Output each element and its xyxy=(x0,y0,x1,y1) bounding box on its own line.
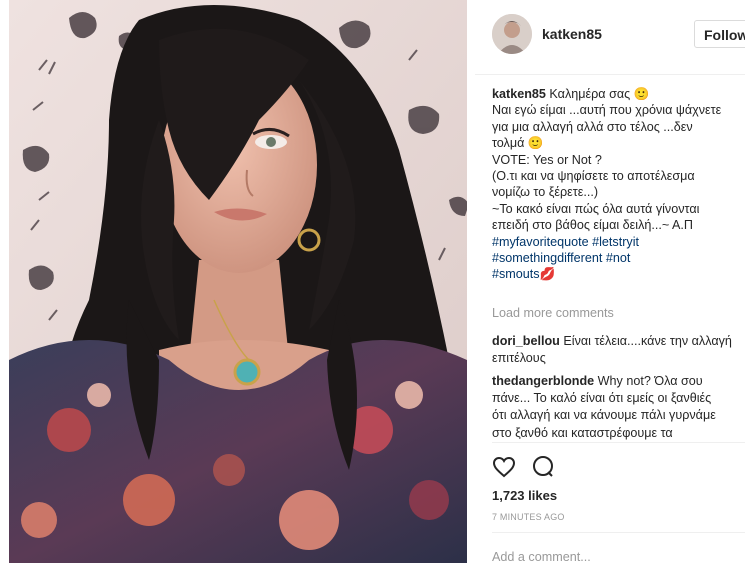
avatar[interactable] xyxy=(492,14,532,54)
divider xyxy=(492,442,745,443)
caption-line: (Ο.τι και να ψηφίσετε το αποτέλεσμα xyxy=(492,169,695,184)
caption-line: για μια αλλαγή αλλά στο τέλος ...δεν xyxy=(492,119,693,134)
comment-first-line: thedangerblonde Why not? Όλα σου xyxy=(492,373,745,390)
selfie-photo xyxy=(9,0,467,563)
caption-line: VOTE: Yes or Not ? xyxy=(492,152,602,167)
caption-text: Καλημέρα σας 🙂 xyxy=(549,87,650,101)
hashtag-line[interactable]: #myfavoritequote #letstryit xyxy=(492,234,745,250)
caption-line: Ναι εγώ είμαι ...αυτή που χρόνια ψάχνετε xyxy=(492,103,722,118)
post-timestamp: 7 MINUTES AGO xyxy=(492,512,565,522)
header-username[interactable]: katken85 xyxy=(542,26,602,42)
comment-author[interactable]: thedangerblonde xyxy=(492,374,594,388)
caption-first-line: katken85 Καλημέρα σας 🙂 xyxy=(492,86,745,102)
caption-line: ~Το κακό είναι πώς όλα αυτά γίνονται xyxy=(492,201,700,216)
caption-author[interactable]: katken85 xyxy=(492,87,546,101)
load-more-comments-link[interactable]: Load more comments xyxy=(492,306,614,320)
comment-line: στο ξανθό και καταστρέφουμε τα xyxy=(492,425,673,440)
comment-first-line: dori_bellou Είναι τέλεια....κάνε την αλλ… xyxy=(492,333,745,350)
caption-line: νομίζω το ξέρετε...) xyxy=(492,185,599,200)
comment-item: dori_bellou Είναι τέλεια....κάνε την αλλ… xyxy=(492,333,745,366)
heart-icon[interactable] xyxy=(492,455,516,479)
hashtag-line[interactable]: #somethingdifferent #not xyxy=(492,250,745,266)
caption: katken85 Καλημέρα σας 🙂 Ναι εγώ είμαι ..… xyxy=(492,86,745,283)
avatar-image xyxy=(492,14,532,54)
post-header: katken85 Follow xyxy=(475,0,745,75)
likes-count[interactable]: 1,723 likes xyxy=(492,488,557,503)
caption-line: επειδή στο βάθος είμαι δειλή...~ Α.Π xyxy=(492,218,694,233)
divider xyxy=(492,532,745,533)
add-comment-input[interactable]: Add a comment... xyxy=(492,550,591,563)
post-side-panel: katken85 Follow katken85 Καλημέρα σας 🙂 … xyxy=(475,0,745,563)
follow-button[interactable]: Follow xyxy=(694,20,745,48)
comment-line: ότι αλλαγή και να κάνουμε πάλι γυρνάμε xyxy=(492,408,716,423)
comment-item: thedangerblonde Why not? Όλα σου πάνε...… xyxy=(492,373,745,442)
comment-text: Είναι τέλεια....κάνε την αλλαγή xyxy=(563,334,732,348)
post-photo[interactable] xyxy=(9,0,467,563)
comment-line: πάνε... Το καλό είναι ότι εμείς οι ξανθι… xyxy=(492,391,712,406)
comment-text: Why not? Όλα σου xyxy=(597,374,703,388)
comment-icon[interactable] xyxy=(531,455,555,479)
comment-author[interactable]: dori_bellou xyxy=(492,334,560,348)
hashtag-line[interactable]: #smouts💋 xyxy=(492,266,745,282)
caption-line: τολμά 🙂 xyxy=(492,136,544,151)
comment-line: επιτέλους xyxy=(492,350,546,365)
